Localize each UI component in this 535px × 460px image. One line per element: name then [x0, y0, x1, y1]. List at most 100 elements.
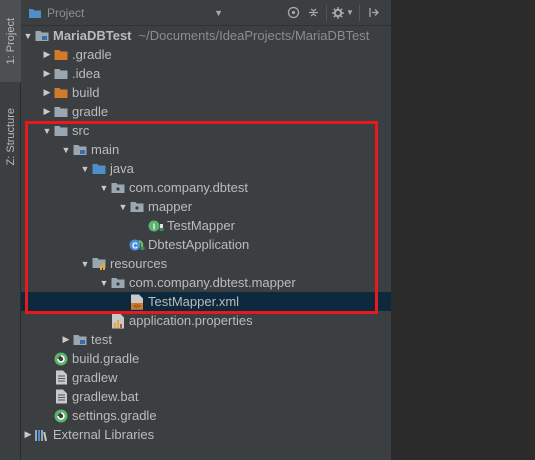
arrow-spacer [41, 410, 53, 422]
module-folder-icon [34, 28, 50, 44]
resources-root-icon [91, 256, 107, 272]
tree-row-settings-gradle[interactable]: settings.gradle [21, 406, 391, 425]
target-icon[interactable] [283, 3, 303, 23]
chevron-down-icon: ▼ [214, 7, 223, 18]
tree-item-label: External Libraries [53, 427, 155, 442]
text-file-icon [53, 370, 69, 386]
tree-item-label: .gradle [72, 47, 112, 62]
expand-arrow-icon[interactable]: ▼ [117, 201, 129, 213]
expand-arrow-icon[interactable]: ▼ [41, 125, 53, 137]
xml-file-icon: </> [129, 294, 145, 310]
tree-item-label: application.properties [129, 313, 253, 328]
project-panel: Project ▼ ▼ ▼ MariaDBTest ~/Documents/Idea… [21, 0, 391, 460]
tree-item-label: MariaDBTest [53, 28, 132, 43]
project-view-icon [29, 8, 41, 18]
tree-item-label: TestMapper.xml [148, 294, 240, 309]
collapse-arrow-icon[interactable]: ▶ [41, 49, 53, 61]
tree-row-testmapper-xml[interactable]: </> TestMapper.xml [21, 292, 391, 311]
tab-project[interactable]: 1: Project [0, 0, 21, 82]
arrow-spacer [117, 296, 129, 308]
toolbar-divider [359, 4, 360, 21]
tree-row-main[interactable]: ▼ main [21, 140, 391, 159]
tree-item-label: DbtestApplication [148, 237, 250, 252]
module-folder-icon [72, 332, 88, 348]
tree-row-dbtestapplication[interactable]: C DbtestApplication [21, 235, 391, 254]
expand-arrow-icon[interactable]: ▼ [79, 163, 91, 175]
gradle-file-icon [53, 408, 69, 424]
excluded-folder-icon [53, 85, 69, 101]
tree-row-com-company-dbtest[interactable]: ▼ com.company.dbtest [21, 178, 391, 197]
tab-project-label: 1: Project [4, 17, 17, 65]
tree-item-label: TestMapper [167, 218, 235, 233]
tree-item-label: gradle [72, 104, 109, 119]
library-icon [34, 427, 50, 443]
arrow-spacer [41, 353, 53, 365]
collapse-arrow-icon[interactable]: ▶ [41, 87, 53, 99]
collapse-arrow-icon[interactable]: ▶ [60, 334, 72, 346]
collapse-arrow-icon[interactable]: ▶ [41, 106, 53, 118]
tree-item-label: java [110, 161, 134, 176]
interface-icon: I [148, 218, 164, 234]
tool-window-strip: 1: Project Z: Structure [0, 0, 21, 460]
expand-arrow-icon[interactable]: ▼ [60, 144, 72, 156]
tree-row-build-gradle[interactable]: build.gradle [21, 349, 391, 368]
tree-row-mariadbtest[interactable]: ▼ MariaDBTest ~/Documents/IdeaProjects/Mar… [21, 26, 391, 45]
project-toolbar: Project ▼ ▼ [21, 0, 391, 26]
properties-file-icon [110, 313, 126, 329]
tree-item-label: .idea [72, 66, 101, 81]
text-file-icon [53, 389, 69, 405]
arrow-spacer [117, 239, 129, 251]
excluded-folder-icon [53, 47, 69, 63]
tree-item-label: gradlew [72, 370, 118, 385]
tree-item-label: src [72, 123, 90, 138]
collapse-arrow-icon[interactable]: ▶ [22, 429, 34, 441]
expand-arrow-icon[interactable]: ▼ [79, 258, 91, 270]
expand-arrow-icon[interactable]: ▼ [98, 182, 110, 194]
view-selector[interactable]: Project ▼ [28, 6, 223, 20]
package-icon [110, 180, 126, 196]
tree-row-gradlew[interactable]: gradlew [21, 368, 391, 387]
hide-icon[interactable] [363, 3, 383, 23]
tree-row-resources[interactable]: ▼ resources [21, 254, 391, 273]
tree-item-path: ~/Documents/IdeaProjects/MariaDBTest [138, 28, 370, 43]
collapse-arrow-icon[interactable]: ▶ [41, 68, 53, 80]
tree-item-label: build [72, 85, 100, 100]
tree-row-gradle[interactable]: ▶ .gradle [21, 45, 391, 64]
svg-text:</>: </> [133, 304, 140, 310]
editor-area [391, 0, 535, 460]
tree-item-label: test [91, 332, 112, 347]
package-icon [129, 199, 145, 215]
tree-row-build[interactable]: ▶ build [21, 83, 391, 102]
tree-item-label: build.gradle [72, 351, 140, 366]
tree-row-test[interactable]: ▶ test [21, 330, 391, 349]
tree-row-external-libraries[interactable]: ▶ External Libraries [21, 425, 391, 444]
project-tree: ▼ MariaDBTest ~/Documents/IdeaProjects/Mar… [21, 26, 391, 444]
expand-arrow-icon[interactable]: ▼ [98, 277, 110, 289]
toolbar-divider [326, 4, 327, 21]
tree-row-com-company-dbtest-mapper[interactable]: ▼ com.company.dbtest.mapper [21, 273, 391, 292]
tree-row-mapper[interactable]: ▼ mapper [21, 197, 391, 216]
gear-icon[interactable]: ▼ [330, 3, 356, 23]
arrow-spacer [136, 220, 148, 232]
arrow-spacer [98, 315, 110, 327]
tree-row-src[interactable]: ▼ src [21, 121, 391, 140]
tree-row-gradle[interactable]: ▶ gradle [21, 102, 391, 121]
tree-row-gradlew-bat[interactable]: gradlew.bat [21, 387, 391, 406]
package-icon [110, 275, 126, 291]
expand-arrow-icon[interactable]: ▼ [22, 30, 34, 42]
spring-class-icon: C [129, 237, 145, 253]
svg-text:I: I [153, 222, 155, 231]
tree-row-testmapper[interactable]: I TestMapper [21, 216, 391, 235]
tree-row-application-properties[interactable]: application.properties [21, 311, 391, 330]
folder-icon [53, 123, 69, 139]
collapse-icon[interactable] [303, 3, 323, 23]
tree-item-label: com.company.dbtest [129, 180, 248, 195]
module-folder-icon [72, 142, 88, 158]
tree-item-label: resources [110, 256, 168, 271]
tree-row-java[interactable]: ▼ java [21, 159, 391, 178]
arrow-spacer [41, 372, 53, 384]
folder-icon [53, 104, 69, 120]
tree-row-idea[interactable]: ▶ .idea [21, 64, 391, 83]
tree-item-label: mapper [148, 199, 193, 214]
tab-structure[interactable]: Z: Structure [0, 92, 21, 182]
